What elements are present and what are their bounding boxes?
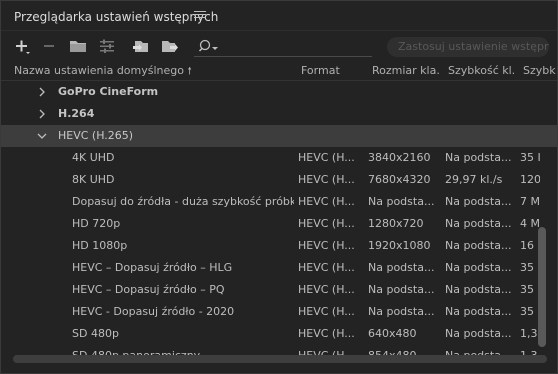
sort-ascending-icon: 🠕 bbox=[187, 66, 192, 77]
preset-row[interactable]: HEVC – Dopasuj źródło – HLG HEVC (H... N… bbox=[1, 257, 557, 279]
column-header-format[interactable]: Format bbox=[301, 64, 363, 77]
preset-rate: Na podsta... bbox=[445, 151, 512, 164]
column-header-bitrate[interactable]: Szybk bbox=[523, 64, 557, 77]
preset-name: 4K UHD bbox=[72, 151, 115, 164]
search-input[interactable] bbox=[194, 37, 372, 57]
preset-row[interactable]: Dopasuj do źródła - duża szybkość próbk.… bbox=[1, 191, 557, 213]
preset-bitrate: 1,3 bbox=[520, 327, 538, 340]
preset-size: Na podsta... bbox=[368, 261, 435, 274]
preset-format: HEVC (H... bbox=[298, 239, 355, 252]
group-label: H.264 bbox=[58, 107, 95, 120]
column-header-name[interactable]: Nazwa ustawienia domyślnego 🠕 bbox=[14, 64, 192, 81]
preset-settings-icon[interactable] bbox=[98, 37, 116, 55]
chevron-down-icon[interactable] bbox=[37, 130, 47, 142]
preset-format: HEVC (H... bbox=[298, 283, 355, 296]
preset-name: 8K UHD bbox=[72, 173, 115, 186]
import-icon[interactable] bbox=[132, 37, 150, 55]
preset-bitrate: 35 I bbox=[520, 283, 540, 296]
preset-rate: Na podsta... bbox=[445, 239, 512, 252]
preset-rate: 29,97 kl./s bbox=[445, 173, 503, 186]
preset-name: HD 1080p bbox=[72, 239, 128, 252]
preset-format: HEVC (H... bbox=[298, 195, 355, 208]
preset-row[interactable]: HEVC – Dopasuj źródło – PQ HEVC (H... Na… bbox=[1, 279, 557, 301]
folder-icon[interactable] bbox=[69, 37, 87, 55]
preset-name: HD 720p bbox=[72, 217, 121, 230]
export-icon[interactable] bbox=[161, 37, 179, 55]
preset-rate: Na podsta... bbox=[445, 195, 512, 208]
panel-title-bar: Przeglądarka ustawień wstępnych bbox=[1, 1, 557, 31]
preset-name: HEVC - Dopasuj źródło - 2020 bbox=[72, 305, 235, 318]
preset-name: HEVC – Dopasuj źródło – HLG bbox=[72, 261, 233, 274]
preset-bitrate: 35 I bbox=[520, 305, 540, 318]
preset-name: SD 480p bbox=[72, 327, 119, 340]
preset-format: HEVC (H... bbox=[298, 217, 355, 230]
preset-format: HEVC (H... bbox=[298, 305, 355, 318]
preset-list: GoPro CineForm H.264 HEVC (H.265) 4K UHD… bbox=[1, 81, 557, 361]
column-header-row: Nazwa ustawienia domyślnego 🠕 Format Roz… bbox=[1, 61, 557, 81]
preset-bitrate: 120 bbox=[520, 173, 540, 186]
preset-row[interactable]: 4K UHD HEVC (H... 3840x2160 Na podsta...… bbox=[1, 147, 557, 169]
preset-rate: Na podsta... bbox=[445, 261, 512, 274]
group-row-gopro[interactable]: GoPro CineForm bbox=[1, 81, 557, 103]
preset-format: HEVC (H... bbox=[298, 173, 355, 186]
minus-icon[interactable] bbox=[42, 37, 56, 55]
group-row-h264[interactable]: H.264 bbox=[1, 103, 557, 125]
search-icon bbox=[198, 39, 218, 52]
preset-browser-panel: Przeglądarka ustawień wstępnych Zastosuj… bbox=[0, 0, 558, 374]
preset-size: Na podsta... bbox=[368, 283, 435, 296]
preset-format: HEVC (H... bbox=[298, 261, 355, 274]
preset-size: 7680x4320 bbox=[368, 173, 431, 186]
preset-row[interactable]: HD 720p HEVC (H... 1280x720 Na podsta...… bbox=[1, 213, 557, 235]
preset-rate: Na podsta... bbox=[445, 283, 512, 296]
preset-row[interactable]: 8K UHD HEVC (H... 7680x4320 29,97 kl./s … bbox=[1, 169, 557, 191]
preset-size: Na podsta... bbox=[368, 195, 435, 208]
preset-rate: Na podsta... bbox=[445, 217, 512, 230]
preset-row[interactable]: HD 1080p HEVC (H... 1920x1080 Na podsta.… bbox=[1, 235, 557, 257]
preset-row[interactable]: SD 480p HEVC (H... 640x480 Na podsta... … bbox=[1, 323, 557, 345]
preset-bitrate: 4 M bbox=[520, 217, 540, 230]
preset-row[interactable]: HEVC - Dopasuj źródło - 2020 HEVC (H... … bbox=[1, 301, 557, 323]
group-label: GoPro CineForm bbox=[58, 85, 159, 98]
plus-icon[interactable] bbox=[14, 37, 32, 55]
panel-menu-icon[interactable] bbox=[194, 9, 206, 23]
vertical-scrollbar[interactable] bbox=[538, 227, 546, 347]
preset-bitrate: 16 I bbox=[520, 239, 540, 252]
preset-name: HEVC – Dopasuj źródło – PQ bbox=[72, 283, 225, 296]
preset-bitrate: 35 I bbox=[520, 261, 540, 274]
group-row-hevc[interactable]: HEVC (H.265) bbox=[1, 125, 557, 147]
preset-size: 640x480 bbox=[368, 327, 417, 340]
group-label: HEVC (H.265) bbox=[58, 129, 134, 142]
chevron-right-icon[interactable] bbox=[37, 86, 47, 98]
preset-size: 1920x1080 bbox=[368, 239, 431, 252]
chevron-right-icon[interactable] bbox=[37, 108, 47, 120]
preset-rate: Na podsta... bbox=[445, 327, 512, 340]
horizontal-scrollbar[interactable] bbox=[13, 355, 547, 363]
apply-preset-button[interactable]: Zastosuj ustawienie wstępne bbox=[387, 37, 549, 57]
preset-size: Na podsta... bbox=[368, 305, 435, 318]
preset-bitrate: 35 I bbox=[520, 151, 540, 164]
column-header-frame-rate[interactable]: Szybkość kl... bbox=[448, 64, 516, 77]
preset-bitrate: 7 M bbox=[520, 195, 540, 208]
preset-rate: Na podsta... bbox=[445, 305, 512, 318]
preset-format: HEVC (H... bbox=[298, 151, 355, 164]
panel-title: Przeglądarka ustawień wstępnych bbox=[14, 10, 219, 24]
preset-name: Dopasuj do źródła - duża szybkość próbk.… bbox=[72, 195, 294, 208]
preset-size: 3840x2160 bbox=[368, 151, 431, 164]
column-header-frame-size[interactable]: Rozmiar kla... bbox=[372, 64, 440, 77]
preset-format: HEVC (H... bbox=[298, 327, 355, 340]
preset-size: 1280x720 bbox=[368, 217, 424, 230]
